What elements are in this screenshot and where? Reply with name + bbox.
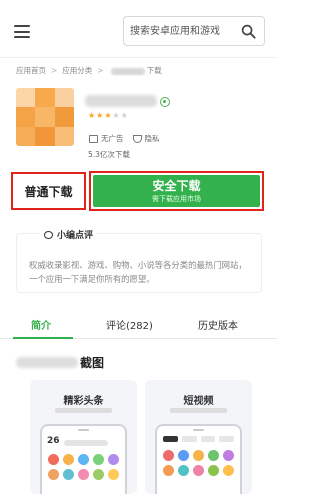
app-icon-grid bbox=[163, 450, 234, 476]
shield-icon bbox=[132, 134, 142, 143]
ad-icon bbox=[89, 134, 98, 143]
tag-no-ads-label: 无广告 bbox=[101, 134, 124, 143]
tag-no-ads: 无广告 bbox=[89, 133, 124, 144]
screenshot-card[interactable]: 短视频 bbox=[145, 380, 252, 494]
breadcrumb-current: 下载 bbox=[146, 66, 162, 75]
breadcrumb-home[interactable]: 应用首页 bbox=[16, 65, 46, 76]
chevron-right-icon: > bbox=[97, 66, 104, 75]
blurred-app-name bbox=[110, 67, 145, 75]
verified-icon bbox=[160, 97, 170, 107]
detail-tabs: 简介 评论(282) 历史版本 bbox=[0, 309, 277, 339]
tab-history[interactable]: 历史版本 bbox=[198, 317, 238, 332]
app-tags: 无广告 隐私 bbox=[89, 133, 169, 144]
menu-icon[interactable] bbox=[14, 25, 30, 38]
editor-review-text: 权威收录影视、游戏、购物、小说等各分类的最热门网站，一个应用一下满足你所有的愿望… bbox=[29, 260, 247, 284]
top-bar bbox=[0, 0, 277, 58]
screenshot-subtitle bbox=[170, 408, 227, 413]
tab-comments[interactable]: 评论(282) bbox=[106, 317, 153, 332]
download-count: 5.3亿次下载 bbox=[88, 150, 130, 159]
rating-stars: ★★★★★ bbox=[88, 111, 129, 120]
safe-download-sublabel: 需下载应用市场 bbox=[152, 194, 201, 203]
chat-bubble-icon bbox=[44, 230, 53, 239]
phone-mockup bbox=[155, 424, 242, 494]
active-tab-indicator bbox=[13, 337, 73, 339]
tab-intro[interactable]: 简介 bbox=[31, 317, 51, 332]
search-input[interactable] bbox=[130, 23, 238, 40]
search-icon[interactable] bbox=[241, 24, 256, 39]
search-box[interactable] bbox=[123, 16, 265, 46]
screenshot-title: 精彩头条 bbox=[63, 396, 104, 407]
screenshot-subtitle bbox=[55, 408, 112, 413]
normal-download-button[interactable]: 普通下载 bbox=[11, 172, 86, 210]
blurred-app-name bbox=[16, 357, 78, 368]
breadcrumb: 应用首页 > 应用分类 > 下载 bbox=[16, 65, 162, 76]
editor-review-heading: 小编点评 bbox=[40, 228, 98, 241]
screenshot-title: 短视频 bbox=[183, 396, 214, 407]
safe-download-button[interactable]: 安全下载 需下载应用市场 bbox=[93, 175, 260, 207]
star-icon: ★ bbox=[120, 111, 129, 120]
editor-review-card: 小编点评 权威收录影视、游戏、购物、小说等各分类的最热门网站，一个应用一下满足你… bbox=[16, 228, 262, 293]
breadcrumb-category[interactable]: 应用分类 bbox=[62, 65, 92, 76]
screenshots-title: 截图 bbox=[80, 356, 105, 370]
chevron-right-icon: > bbox=[51, 66, 58, 75]
safe-download-label: 安全下载 bbox=[152, 178, 201, 193]
tag-privacy: 隐私 bbox=[132, 133, 160, 144]
blurred-app-title bbox=[85, 95, 157, 107]
phone-date: 26 bbox=[47, 436, 60, 446]
app-icon-grid bbox=[48, 454, 119, 480]
tag-privacy-label: 隐私 bbox=[144, 134, 160, 143]
safe-download-highlight: 安全下载 需下载应用市场 bbox=[89, 171, 264, 211]
star-icon: ★ bbox=[104, 111, 113, 120]
editor-review-title: 小编点评 bbox=[57, 231, 94, 241]
screenshots-heading: 截图 bbox=[16, 354, 104, 371]
screenshot-card[interactable]: 精彩头条 26 bbox=[30, 380, 137, 494]
phone-mockup: 26 bbox=[40, 424, 127, 494]
star-icon: ★ bbox=[112, 111, 121, 120]
star-icon: ★ bbox=[88, 111, 97, 120]
app-icon bbox=[16, 88, 74, 146]
